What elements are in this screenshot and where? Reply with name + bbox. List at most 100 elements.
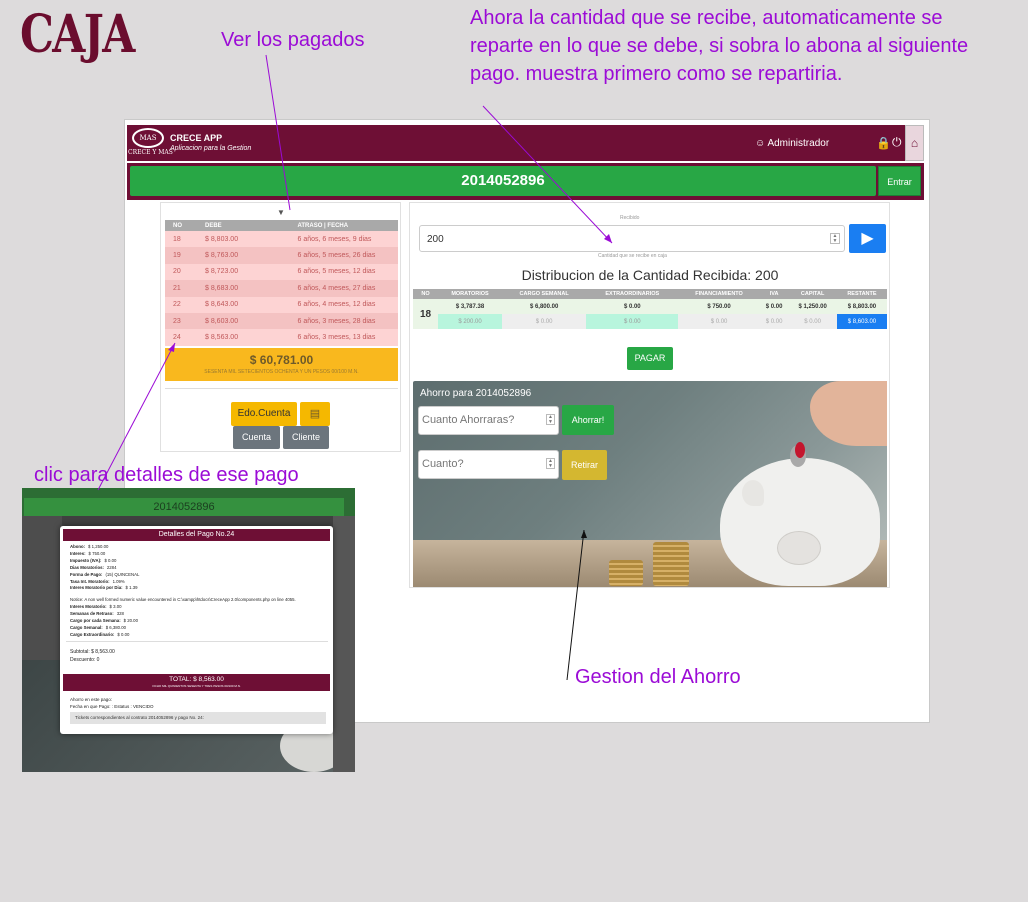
detalle-ticket: Tickets correspondientes al contrato 201…	[70, 712, 326, 724]
recibido-hint: Cantidad que se recibe en caja	[598, 253, 667, 259]
dist-value: $ 0.00	[759, 299, 789, 314]
detalle-line-value: 328	[116, 611, 124, 617]
user-menu[interactable]: ☺ Administrador	[755, 138, 829, 149]
app-subtitle: Aplicacion para la Gestion	[170, 145, 252, 152]
chevron-down-icon[interactable]: ▼	[277, 208, 285, 217]
detalle-header: Detalles del Pago No.24	[63, 529, 330, 541]
entrar-button[interactable]: Entrar	[878, 166, 921, 196]
payment-no: 18	[165, 231, 185, 248]
coin-stack	[609, 560, 643, 586]
edo-cuenta-button[interactable]: Edo.Cuenta	[231, 402, 297, 426]
payment-row[interactable]: 21 $ 8,683.00 6 años, 4 meses, 27 dias	[165, 280, 398, 297]
payment-debe: $ 8,563.00	[185, 329, 248, 346]
detalle-line-value: 1.09%	[112, 578, 125, 584]
pagar-button[interactable]: PAGAR	[627, 347, 673, 370]
detalle-line: Tasa Int. Moratorio: 1.09%	[70, 579, 328, 586]
payment-atraso: 6 años, 5 meses, 26 dias	[247, 247, 398, 264]
cliente-button[interactable]: Cliente	[283, 426, 329, 449]
dist-no: 18	[413, 299, 438, 329]
detalle-line: Semanas de Retraso: 328	[70, 611, 328, 618]
payment-atraso: 6 años, 4 meses, 27 dias	[247, 280, 398, 297]
detalle-subtotal-block: Subtotal: $ 8,563.00 Descuento: 0	[70, 648, 115, 664]
payment-row[interactable]: 23 $ 8,603.00 6 años, 3 meses, 28 dias	[165, 312, 398, 330]
detalle-line: Interes Moratorio: $ 3.00	[70, 604, 328, 611]
piggy-ear	[742, 480, 764, 506]
dist-col: EXTRAORDINARIOS	[586, 289, 679, 299]
recibido-label: Recibido	[620, 215, 640, 221]
detalle-descuento: Descuento: 0	[70, 657, 100, 663]
payment-atraso: 6 años, 4 meses, 12 dias	[247, 296, 398, 313]
payment-row[interactable]: 18 $ 8,803.00 6 años, 6 meses, 9 dias	[165, 231, 398, 248]
piggy-bank-image	[720, 458, 880, 586]
annotation-gestion-ahorro: Gestion del Ahorro	[575, 666, 741, 688]
detalle-line-label: Cargo por cada Semana:	[70, 618, 121, 624]
ahorrar-input[interactable]: Cuanto Ahorraras?	[418, 406, 559, 435]
payments-total: $ 60,781.00 SESENTA MIL SETECIENTOS OCHE…	[165, 348, 398, 381]
recibido-input[interactable]: 200	[419, 225, 845, 252]
detalle-line: Abono: $ 1,250.00	[70, 544, 328, 551]
detalle-line-label: Abono:	[70, 544, 86, 549]
detalle-line-value: (15) QUINCENAL	[105, 571, 140, 577]
number-stepper[interactable]: ▲ ▼	[546, 458, 555, 469]
detalle-line-value: $ 0.00	[104, 557, 117, 563]
caja-title: CAJA	[20, 4, 135, 65]
detalle-line-label: Impuesto (IVA):	[70, 557, 102, 563]
payment-row[interactable]: 24 $ 8,563.00 6 años, 3 meses, 13 dias	[165, 329, 398, 346]
detalle-line-value: $ 6,380.00	[105, 624, 127, 630]
dist-col: NO	[413, 289, 438, 299]
ahorrar-button[interactable]: Ahorrar!	[562, 405, 614, 435]
dist-part: $ 200.00	[438, 314, 503, 329]
detalle-line-label: Interes Moratorio por Dia:	[70, 585, 123, 591]
dist-part: $ 0.00	[678, 314, 760, 329]
payment-debe: $ 8,803.00	[185, 231, 248, 248]
annotation-reparto: Ahora la cantidad que se recibe, automat…	[470, 7, 969, 85]
user-name: Administrador	[767, 138, 830, 149]
detalle-line-label: Interes Moratorio:	[70, 604, 107, 610]
detalle-line-value: $ 1.39	[125, 585, 138, 591]
detalle-line-value: $ 0.00	[117, 631, 130, 637]
detalle-subtotal: Subtotal: $ 8,563.00	[70, 649, 115, 655]
total-words: SESENTA MIL SETECIENTOS OCHENTA Y UN PES…	[204, 369, 359, 375]
detalle-notice: Notice: A non well formed numeric value …	[70, 597, 296, 603]
power-icon[interactable]: ⏻	[892, 135, 902, 150]
lock-icon[interactable]: 🔒	[876, 136, 891, 150]
annotation-clic-detalles: clic para detalles de ese pago	[34, 464, 299, 486]
ahorro-title: Ahorro para 2014052896	[420, 388, 532, 399]
dist-value: $ 8,803.00	[836, 299, 887, 314]
distribucion-title: Distribucion de la Cantidad Recibida: 20…	[521, 267, 779, 283]
document-icon[interactable]: ▤	[300, 402, 330, 426]
dist-col: IVA	[759, 289, 789, 299]
dist-value: $ 1,250.00	[788, 299, 837, 314]
annotation-ver-pagados: Ver los pagados	[221, 29, 365, 51]
retirar-input[interactable]: Cuanto?	[418, 450, 559, 479]
payment-debe: $ 8,603.00	[185, 312, 248, 330]
detalle-line: Forma de Pago: (15) QUINCENAL	[70, 572, 328, 579]
payment-row[interactable]: 22 $ 8,643.00 6 años, 4 meses, 12 dias	[165, 296, 398, 313]
detalle-line: Interes Moratorio por Dia: $ 1.39	[70, 585, 328, 592]
col-atraso: ATRASO | FECHA	[247, 220, 398, 231]
detalle-line: Interes: $ 750.00	[70, 551, 328, 558]
detalle-total: TOTAL: $ 8,563.00	[169, 676, 224, 683]
detalle-line-label: Dias Moratorios:	[70, 564, 104, 570]
detalle-line-label: Forma de Pago:	[70, 571, 103, 577]
contract-number[interactable]: 2014052896	[130, 166, 876, 196]
payment-row[interactable]: 19 $ 8,763.00 6 años, 5 meses, 26 dias	[165, 247, 398, 264]
cuenta-button[interactable]: Cuenta	[233, 426, 280, 449]
payment-no: 20	[165, 263, 185, 281]
detalle-line-value: 2284	[106, 564, 117, 570]
detalle-line: Cargo Extraordinario: $ 0.00	[70, 632, 328, 639]
dist-col: FINANCIAMIENTO	[678, 289, 760, 299]
home-icon[interactable]: ⌂	[905, 125, 924, 161]
app-logo[interactable]: MAS	[132, 128, 164, 148]
number-stepper[interactable]: ▲ ▼	[546, 414, 555, 425]
detalle-line: Cargo Semanal: $ 6,380.00	[70, 625, 328, 632]
detalle-line-label: Interes:	[70, 550, 86, 556]
payment-row[interactable]: 20 $ 8,723.00 6 años, 5 meses, 12 dias	[165, 263, 398, 281]
dist-part: $ 0.00	[788, 314, 837, 329]
retirar-button[interactable]: Retirar	[562, 450, 607, 480]
detalle-line-value: $ 1,250.00	[88, 544, 109, 549]
number-stepper[interactable]: ▲ ▼	[830, 233, 840, 244]
detalle-line-value: $ 3.00	[109, 604, 122, 610]
detalle-line-label: Tasa Int. Moratorio:	[70, 578, 110, 584]
play-icon[interactable]: ▶	[849, 224, 886, 253]
